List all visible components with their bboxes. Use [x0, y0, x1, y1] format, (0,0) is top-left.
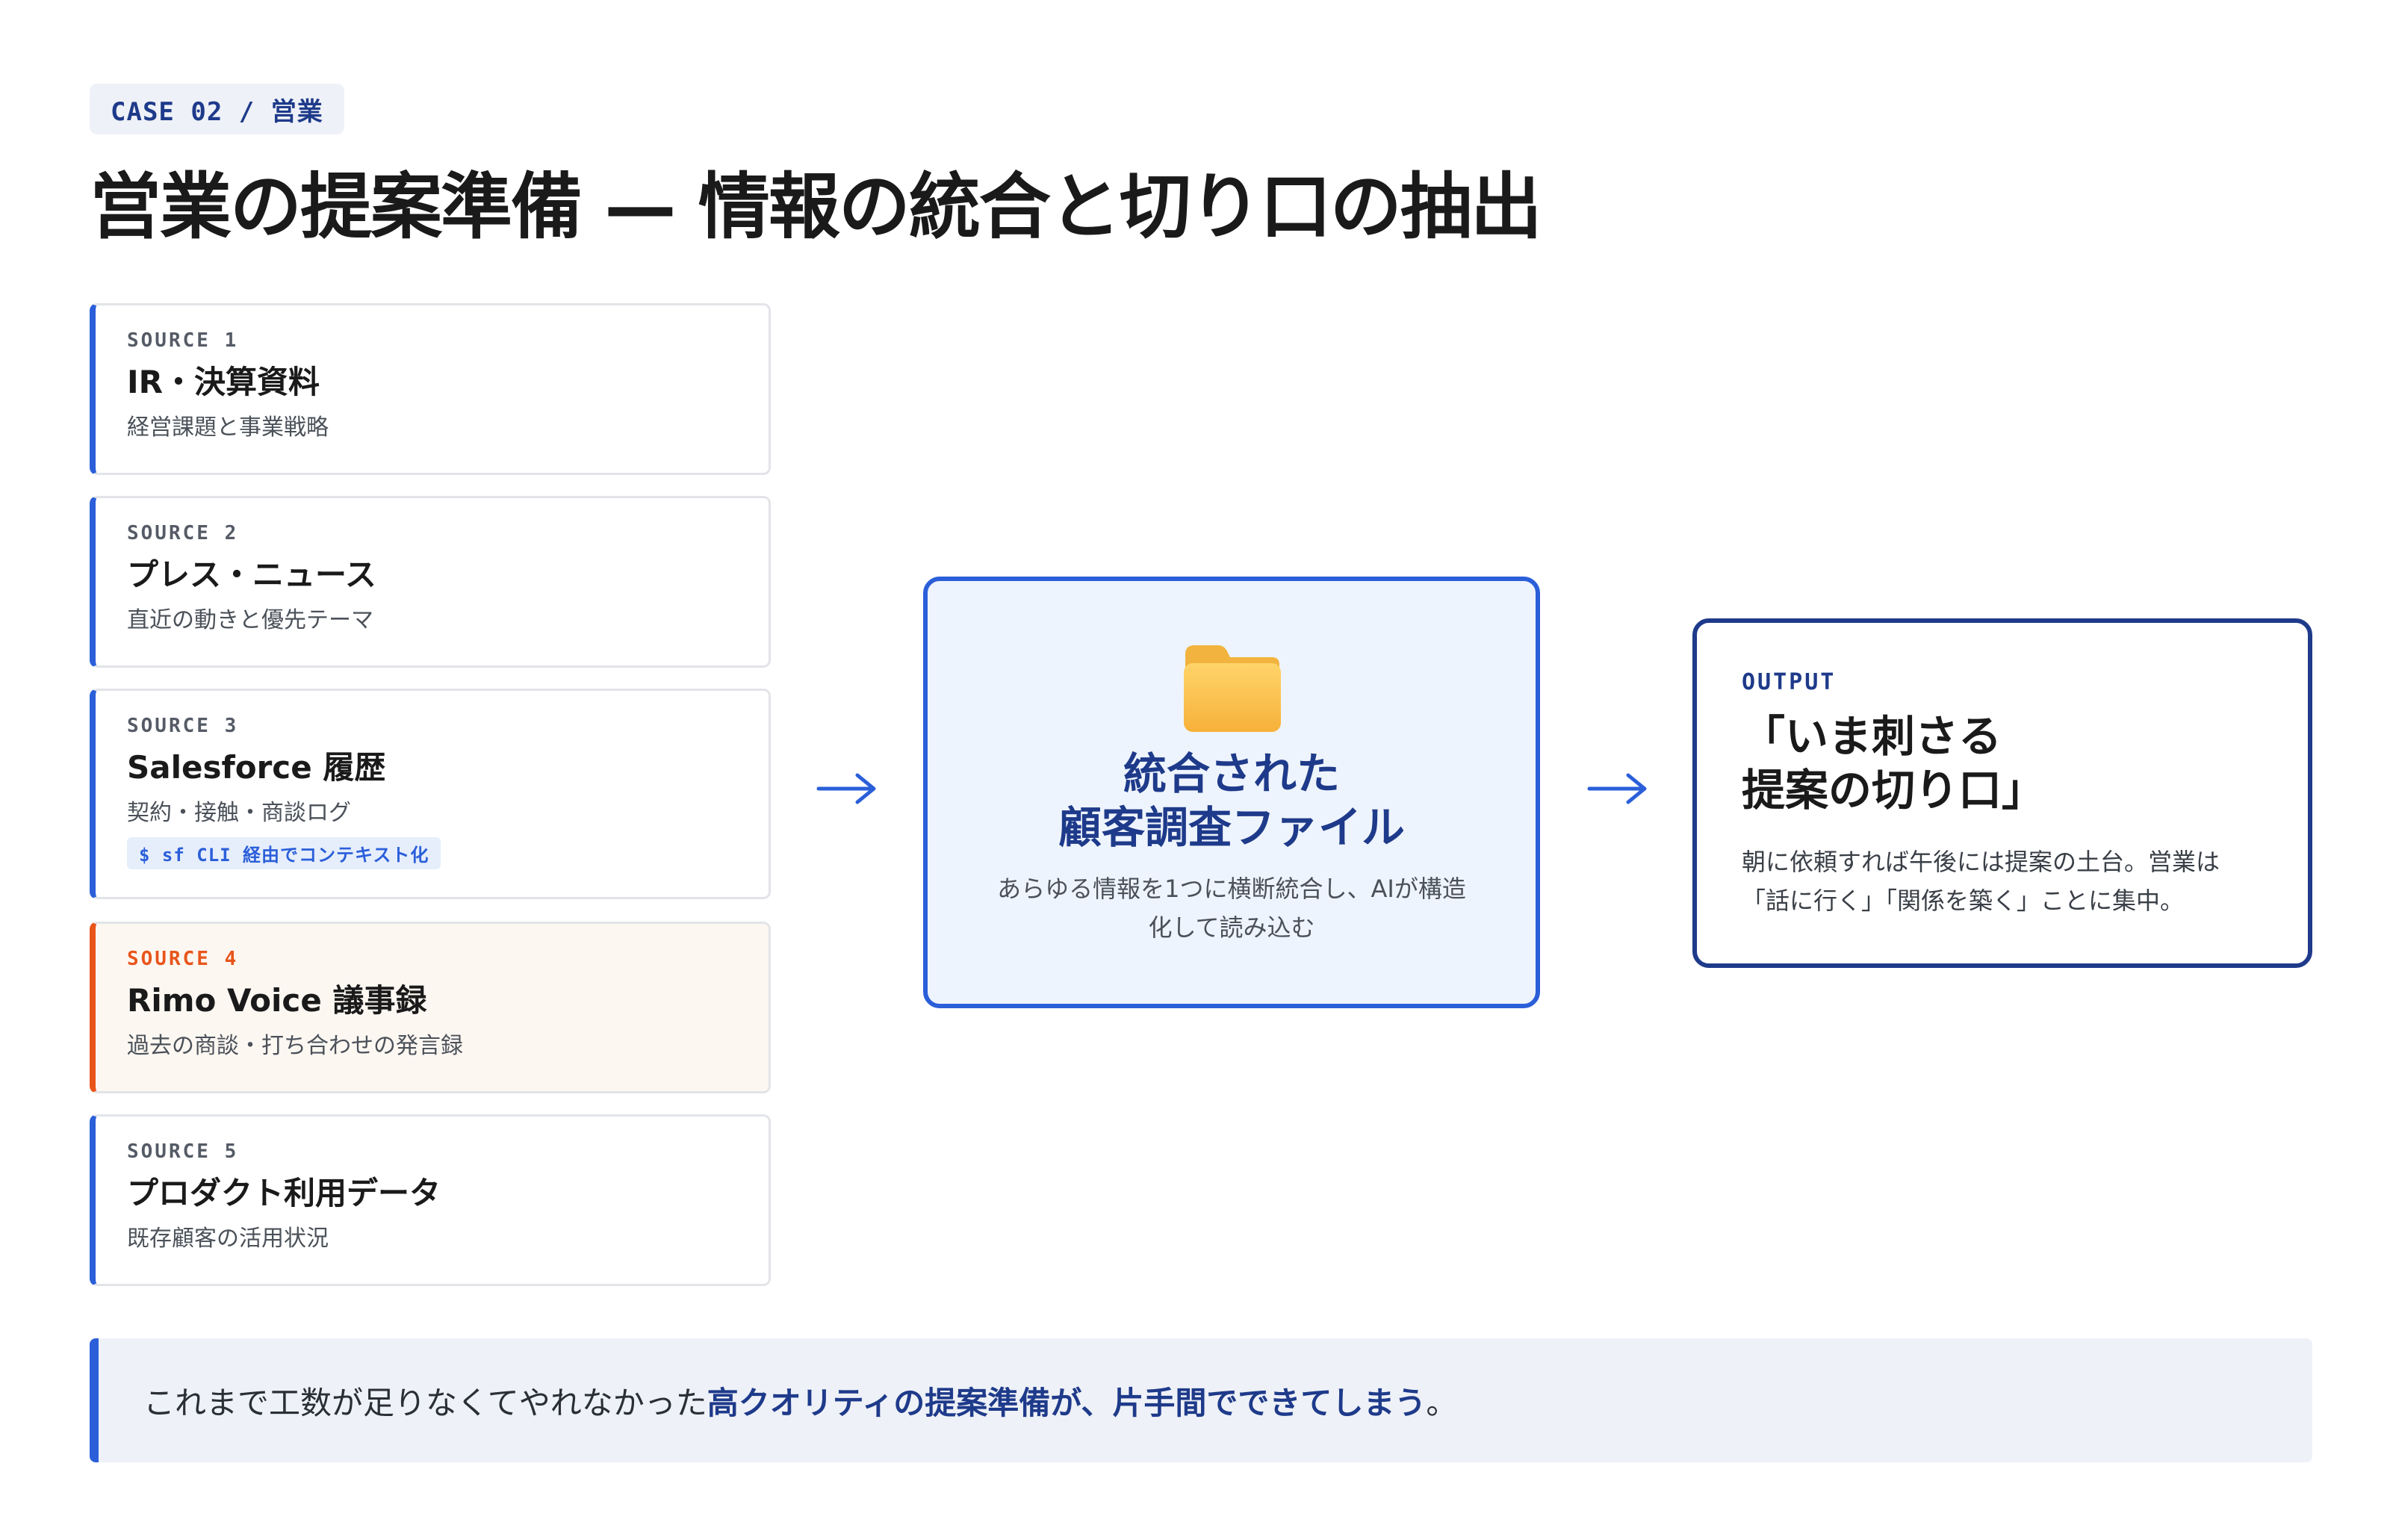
- source-label: SOURCE 5: [127, 1140, 239, 1163]
- source-title: Salesforce 履歴: [127, 749, 386, 786]
- source-title: プロダクト利用データ: [127, 1175, 441, 1211]
- source-card-5: SOURCE 5 プロダクト利用データ 既存顧客の活用状況: [90, 1114, 771, 1286]
- source-description: 経営課題と事業戦略: [127, 415, 329, 441]
- source-description: 契約・接触・商談ログ: [127, 800, 351, 826]
- summary-end: 。: [1426, 1384, 1458, 1421]
- unified-file-box: 統合された 顧客調査ファイル あらゆる情報を1つに横断統合し、AIが構造 化して…: [923, 577, 1540, 1008]
- source-title: プレス・ニュース: [127, 556, 376, 593]
- source-card-4: SOURCE 4 Rimo Voice 議事録 過去の商談・打ち合わせの発言録: [90, 922, 771, 1093]
- summary-callout: これまで工数が足りなくてやれなかった 高クオリティの提案準備が、片手間でできてしま…: [90, 1338, 2312, 1462]
- summary-emphasis: 高クオリティの提案準備が、片手間でできてしまう: [707, 1384, 1427, 1421]
- source-description: 既存顧客の活用状況: [127, 1226, 329, 1252]
- output-description: 朝に依頼すれば午後には提案の土台。営業は 「話に行く」「関係を築く」ことに集中。: [1742, 848, 2220, 915]
- arrow-right-icon: [816, 773, 876, 804]
- source-title: Rimo Voice 議事録: [127, 982, 427, 1019]
- source-title: IR・決算資料: [127, 364, 320, 400]
- case-tag: CASE 02 / 営業: [90, 84, 344, 134]
- source-card-1: SOURCE 1 IR・決算資料 経営課題と事業戦略: [90, 303, 771, 475]
- summary-text: これまで工数が足りなくてやれなかった: [143, 1384, 707, 1421]
- source-label: SOURCE 1: [127, 329, 239, 352]
- source-description: 過去の商談・打ち合わせの発言録: [127, 1033, 463, 1059]
- cli-code-badge: $ sf CLI 経由でコンテキスト化: [127, 837, 441, 869]
- output-title: 「いま刺さる 提案の切り口」: [1742, 711, 2046, 816]
- source-card-2: SOURCE 2 プレス・ニュース 直近の動きと優先テーマ: [90, 496, 771, 668]
- center-description: あらゆる情報を1つに横断統合し、AIが構造 化して読み込む: [997, 875, 1466, 942]
- center-title: 統合された 顧客調査ファイル: [1058, 748, 1405, 853]
- output-box: OUTPUT 「いま刺さる 提案の切り口」 朝に依頼すれば午後には提案の土台。営…: [1692, 618, 2312, 968]
- output-label: OUTPUT: [1742, 669, 1837, 695]
- arrow-right-icon: [1587, 773, 1647, 804]
- source-label: SOURCE 3: [127, 715, 239, 737]
- source-card-3: SOURCE 3 Salesforce 履歴 契約・接触・商談ログ $ sf C…: [90, 689, 771, 899]
- page-title: 営業の提案準備 — 情報の統合と切り口の抽出: [90, 165, 1542, 249]
- source-label: SOURCE 2: [127, 522, 239, 544]
- source-label: SOURCE 4: [127, 948, 239, 970]
- source-description: 直近の動きと優先テーマ: [127, 607, 373, 633]
- folder-icon: [1184, 645, 1281, 732]
